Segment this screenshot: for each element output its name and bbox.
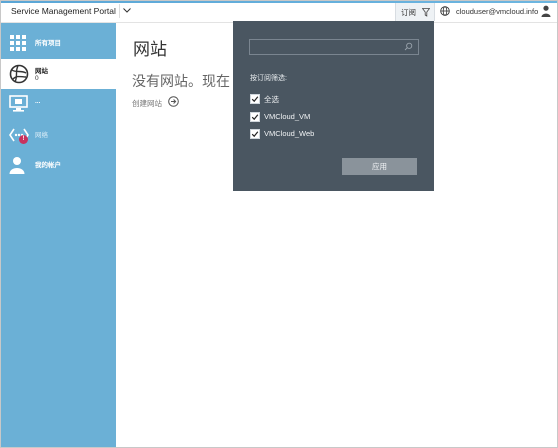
sidebar-item-virtual-machines[interactable]: ...	[1, 90, 116, 120]
grid-icon	[10, 35, 26, 51]
websites-count: 0	[35, 75, 39, 82]
user-avatar-icon[interactable]	[541, 5, 551, 17]
vmcloud-vm-checkbox[interactable]	[250, 112, 260, 122]
sidebar: 所有项目 网站 0 ... ! 网络 我的帐户	[1, 23, 116, 447]
sidebar-item-label: 我的帐户	[35, 162, 61, 169]
subscription-search-input[interactable]	[249, 39, 419, 55]
user-email[interactable]: clouduser@vmcloud.info	[456, 7, 538, 16]
page-title: 网站	[133, 40, 167, 60]
sidebar-item-all-items[interactable]: 所有项目	[1, 29, 116, 59]
portal-title: Service Management Portal	[11, 6, 116, 16]
sidebar-item-networks[interactable]: ! 网络	[1, 121, 116, 151]
sidebar-item-label: 网站	[35, 68, 48, 75]
checkmark-icon	[251, 96, 259, 103]
filter-heading: 按订阅筛选:	[250, 75, 287, 82]
filter-option-label: VMCloud_Web	[264, 129, 315, 138]
empty-state-message: 没有网站。现在	[132, 74, 230, 90]
sidebar-item-label: 网络	[35, 132, 48, 139]
subscription-filter-panel: 按订阅筛选: 全选 VMCloud_VM VMCloud_Web 应用	[233, 21, 434, 191]
subscription-filter-button[interactable]: 订阅	[395, 3, 435, 21]
websites-icon	[9, 64, 29, 84]
sidebar-item-my-account[interactable]: 我的帐户	[1, 151, 116, 181]
filter-option-label: VMCloud_VM	[264, 112, 311, 121]
checkmark-icon	[251, 131, 259, 138]
arrow-right-circle-icon[interactable]	[168, 96, 179, 107]
subscription-label: 订阅	[401, 8, 416, 17]
sidebar-item-websites[interactable]: 网站 0	[1, 59, 116, 89]
portal-menu-button[interactable]	[119, 4, 134, 18]
chevron-down-icon	[123, 8, 131, 13]
portal-window: Service Management Portal 订阅 clouduser@v…	[0, 0, 558, 448]
search-icon	[404, 42, 413, 51]
checkmark-icon	[251, 114, 259, 121]
sidebar-item-label: 所有项目	[35, 40, 61, 47]
create-website-link[interactable]: 创建网站	[132, 98, 162, 109]
sidebar-item-label: ...	[35, 98, 41, 105]
top-bar: Service Management Portal 订阅 clouduser@v…	[1, 1, 557, 23]
apply-button[interactable]: 应用	[342, 158, 417, 175]
network-alert-badge: !	[19, 135, 28, 144]
filter-icon	[422, 8, 430, 17]
accent-strip	[1, 1, 557, 3]
monitor-icon	[9, 95, 28, 112]
account-icon	[9, 157, 25, 174]
vmcloud-web-checkbox[interactable]	[250, 129, 260, 139]
globe-icon[interactable]	[440, 6, 450, 16]
select-all-checkbox[interactable]	[250, 94, 260, 104]
filter-option-label: 全选	[264, 95, 279, 104]
